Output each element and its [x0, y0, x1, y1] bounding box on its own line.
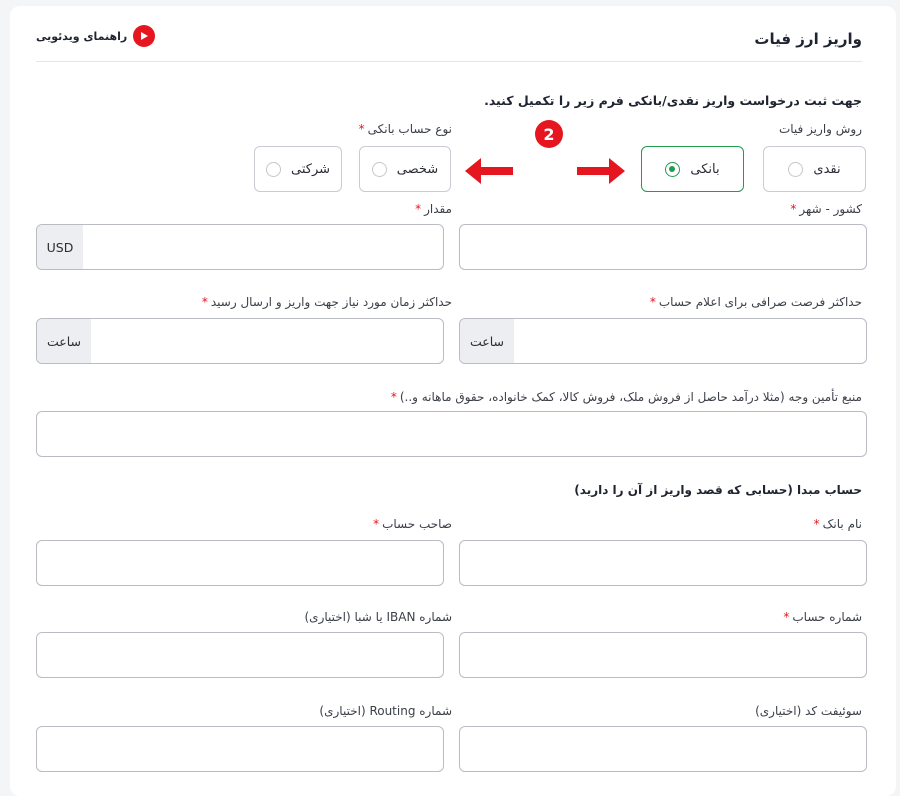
max-deposit-time-input[interactable]: [91, 319, 443, 363]
amount-label: مقدار*: [415, 202, 452, 216]
account-holder-input[interactable]: [37, 541, 443, 585]
swift-input[interactable]: [460, 727, 866, 771]
arrow-right-icon: [577, 158, 625, 184]
max-exchange-time-field[interactable]: ساعت: [459, 318, 867, 364]
funding-source-label: منبع تأمین وجه (مثلا درآمد حاصل از فروش …: [390, 390, 862, 404]
hours-addon: ساعت: [37, 319, 91, 363]
radio-personal-label: شخصی: [396, 161, 439, 177]
radio-cash-label: نقدی: [813, 161, 841, 177]
country-city-input[interactable]: [460, 225, 866, 269]
radio-bank-circle[interactable]: [665, 161, 681, 177]
radio-personal-circle[interactable]: [371, 161, 387, 177]
arrow-left-icon: [465, 158, 513, 184]
amount-field[interactable]: USD: [36, 224, 444, 270]
max-deposit-time-field[interactable]: ساعت: [36, 318, 444, 364]
video-guide-link[interactable]: راهنمای ویدئویی: [36, 24, 156, 48]
header-divider: [36, 61, 862, 62]
radio-bank[interactable]: بانکی: [641, 146, 744, 192]
bank-name-label: نام بانک*: [813, 517, 862, 531]
account-type-label: نوع حساب بانکی*: [358, 122, 452, 136]
swift-label: سوئیفت کد (اختیاری): [755, 704, 862, 718]
radio-bank-label: بانکی: [690, 161, 720, 177]
source-account-heading: حساب مبدا (حسابی که قصد واریز از آن را د…: [574, 483, 862, 497]
radio-company-circle[interactable]: [266, 161, 281, 177]
routing-label: شماره Routing (اختیاری): [319, 704, 452, 718]
iban-field[interactable]: [36, 632, 444, 678]
max-exchange-time-input[interactable]: [514, 319, 866, 363]
account-holder-label: صاحب حساب*: [373, 517, 452, 531]
funding-source-field[interactable]: [36, 411, 867, 457]
max-deposit-time-label: حداکثر زمان مورد نیاز جهت واریز و ارسال …: [201, 295, 452, 309]
swift-field[interactable]: [459, 726, 867, 772]
country-city-label: کشور - شهر*: [790, 202, 862, 216]
account-number-input[interactable]: [460, 633, 866, 677]
radio-cash-circle[interactable]: [788, 161, 804, 177]
account-number-field[interactable]: [459, 632, 867, 678]
account-number-label: شماره حساب*: [783, 610, 862, 624]
account-holder-field[interactable]: [36, 540, 444, 586]
radio-company[interactable]: شرکتی: [254, 146, 342, 192]
amount-input[interactable]: [83, 225, 443, 269]
page-title: واریز ارز فیات: [754, 30, 862, 48]
play-video-icon: [133, 25, 156, 47]
hours-addon: ساعت: [460, 319, 514, 363]
video-guide-label: راهنمای ویدئویی: [36, 29, 128, 43]
intro-text: جهت ثبت درخواست واریز نقدی/بانکی فرم زیر…: [484, 93, 862, 108]
iban-input[interactable]: [37, 633, 443, 677]
max-exchange-time-label: حداکثر فرصت صرافی برای اعلام حساب*: [649, 295, 862, 309]
iban-label: شماره IBAN یا شبا (اختیاری): [304, 610, 453, 624]
currency-addon: USD: [37, 225, 83, 269]
bank-name-field[interactable]: [459, 540, 867, 586]
funding-source-input[interactable]: [37, 412, 866, 456]
routing-field[interactable]: [36, 726, 444, 772]
step-badge: 2: [535, 120, 563, 148]
bank-name-input[interactable]: [460, 541, 866, 585]
deposit-method-label: روش واریز فیات: [778, 122, 862, 136]
radio-cash[interactable]: نقدی: [763, 146, 866, 192]
radio-company-label: شرکتی: [291, 161, 331, 177]
deposit-card: واریز ارز فیات راهنمای ویدئویی جهت ثبت د…: [10, 6, 896, 796]
radio-personal[interactable]: شخصی: [359, 146, 451, 192]
country-city-field[interactable]: [459, 224, 867, 270]
routing-input[interactable]: [37, 727, 443, 771]
